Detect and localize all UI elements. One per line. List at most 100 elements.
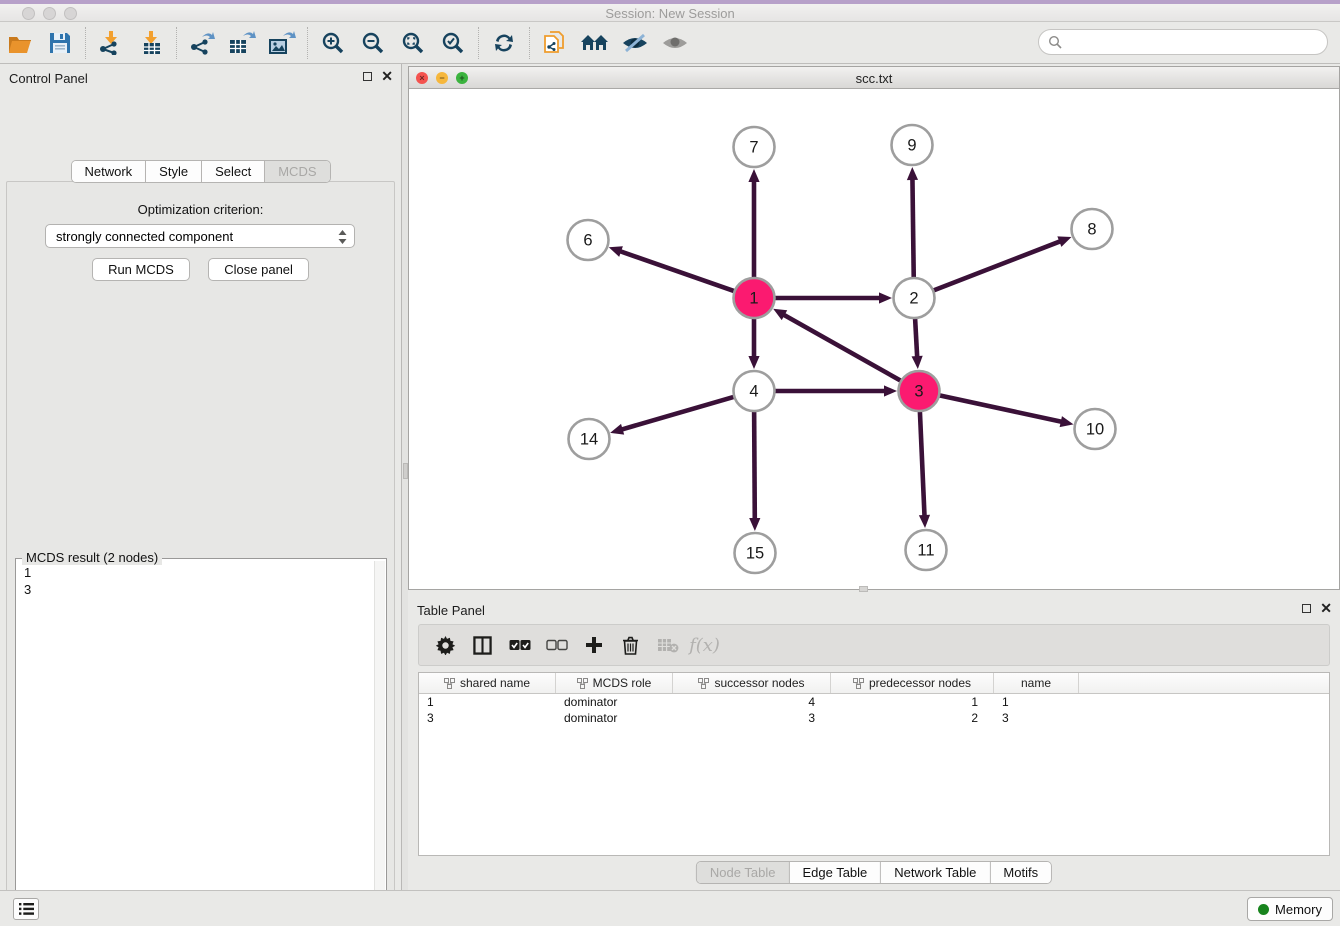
table-row[interactable]: 1 dominator 4 1 1	[419, 694, 1329, 710]
cell-shared-name[interactable]: 3	[419, 710, 556, 726]
horizontal-splitter-grip[interactable]	[859, 586, 868, 592]
criterion-dropdown[interactable]: strongly connected component	[45, 224, 355, 248]
column-header-predecessor-nodes[interactable]: predecessor nodes	[831, 673, 994, 693]
graph-edge-3-1[interactable]	[773, 309, 903, 382]
save-session-button[interactable]	[40, 25, 80, 61]
cell-name[interactable]: 1	[994, 694, 1079, 710]
network-graph-canvas[interactable]: 7 9 6 8 1 2 4 3 14 10 15 11	[409, 89, 1339, 589]
cell-predecessor-nodes[interactable]: 2	[831, 710, 994, 726]
graph-node-9[interactable]: 9	[892, 125, 933, 165]
tab-mcds[interactable]: MCDS	[265, 161, 329, 182]
export-image-button[interactable]	[262, 25, 302, 61]
graph-node-15[interactable]: 15	[735, 533, 776, 573]
cell-predecessor-nodes[interactable]: 1	[831, 694, 994, 710]
task-history-button[interactable]	[13, 898, 39, 920]
zoom-fit-button[interactable]	[393, 25, 433, 61]
cell-mcds-role[interactable]: dominator	[556, 710, 673, 726]
graph-edge-1-2[interactable]	[772, 292, 892, 303]
show-graphics-button[interactable]	[655, 25, 695, 61]
column-header-name[interactable]: name	[994, 673, 1079, 693]
function-builder-button[interactable]: f(x)	[686, 628, 723, 662]
graph-edge-3-11[interactable]	[919, 409, 930, 528]
tab-motifs[interactable]: Motifs	[990, 862, 1051, 883]
gear-icon	[436, 636, 455, 655]
graph-edge-4-14[interactable]	[610, 396, 737, 435]
open-session-button[interactable]	[0, 25, 40, 61]
float-table-panel-icon[interactable]	[1302, 604, 1311, 613]
hide-graphics-button[interactable]	[615, 25, 655, 61]
refresh-view-button[interactable]	[484, 25, 524, 61]
graph-edge-1-4[interactable]	[748, 316, 759, 369]
graph-node-2[interactable]: 2	[894, 278, 935, 318]
table-toolbar: f(x)	[418, 624, 1330, 666]
graph-node-11[interactable]: 11	[906, 530, 947, 570]
import-table-button[interactable]	[131, 25, 171, 61]
tab-select[interactable]: Select	[202, 161, 265, 182]
clone-network-button[interactable]	[535, 25, 575, 61]
home-layout-button[interactable]	[575, 25, 615, 61]
graph-node-7[interactable]: 7	[734, 127, 775, 167]
graph-edge-1-6[interactable]	[609, 246, 737, 292]
select-all-columns-button[interactable]	[501, 628, 538, 662]
table-row[interactable]: 3 dominator 3 2 3	[419, 710, 1329, 726]
mcds-result-list[interactable]: 1 3	[17, 561, 373, 926]
cell-name[interactable]: 3	[994, 710, 1079, 726]
graph-edge-3-10[interactable]	[937, 395, 1074, 427]
export-network-button[interactable]	[182, 25, 222, 61]
graph-edge-4-15[interactable]	[749, 409, 760, 531]
column-header-shared-name[interactable]: shared name	[419, 673, 556, 693]
show-columns-button[interactable]	[464, 628, 501, 662]
tab-network[interactable]: Network	[71, 161, 146, 182]
graph-edge-1-7[interactable]	[748, 169, 759, 280]
export-table-button[interactable]	[222, 25, 262, 61]
import-network-button[interactable]	[91, 25, 131, 61]
graph-node-3[interactable]: 3	[899, 371, 940, 411]
add-column-button[interactable]	[575, 628, 612, 662]
tab-network-table[interactable]: Network Table	[881, 862, 990, 883]
graph-edge-2-8[interactable]	[931, 236, 1072, 291]
graph-node-4[interactable]: 4	[734, 371, 775, 411]
graph-edge-4-3[interactable]	[772, 385, 897, 396]
cell-successor-nodes[interactable]: 4	[673, 694, 831, 710]
network-window-titlebar[interactable]: × − + scc.txt	[409, 67, 1339, 89]
unselect-all-columns-button[interactable]	[538, 628, 575, 662]
run-mcds-button[interactable]: Run MCDS	[92, 258, 190, 281]
svg-text:3: 3	[914, 383, 923, 401]
columns-icon	[473, 636, 492, 655]
criterion-value: strongly connected component	[56, 229, 233, 244]
result-scrollbar[interactable]	[374, 561, 385, 926]
zoom-selected-button[interactable]	[433, 25, 473, 61]
close-panel-button[interactable]: Close panel	[208, 258, 309, 281]
graph-edge-2-9[interactable]	[907, 167, 918, 280]
unchecked-boxes-icon	[546, 639, 568, 652]
graph-node-1[interactable]: 1	[734, 278, 775, 318]
memory-button[interactable]: Memory	[1247, 897, 1333, 921]
svg-text:10: 10	[1086, 421, 1104, 439]
graph-node-6[interactable]: 6	[568, 220, 609, 260]
cell-shared-name[interactable]: 1	[419, 694, 556, 710]
search-field[interactable]	[1038, 29, 1328, 55]
column-header-successor-nodes[interactable]: successor nodes	[673, 673, 831, 693]
close-table-panel-icon[interactable]: ✕	[1320, 602, 1332, 614]
cell-mcds-role[interactable]: dominator	[556, 694, 673, 710]
graph-node-10[interactable]: 10	[1075, 409, 1116, 449]
vertical-splitter[interactable]	[401, 64, 408, 890]
tab-edge-table[interactable]: Edge Table	[789, 862, 881, 883]
table-settings-button[interactable]	[427, 628, 464, 662]
tab-style[interactable]: Style	[146, 161, 202, 182]
toolbar-separator	[176, 27, 177, 59]
search-input[interactable]	[1062, 35, 1327, 50]
tab-node-table[interactable]: Node Table	[697, 862, 790, 883]
zoom-out-button[interactable]	[353, 25, 393, 61]
cell-successor-nodes[interactable]: 3	[673, 710, 831, 726]
graph-node-8[interactable]: 8	[1072, 209, 1113, 249]
graph-edge-2-3[interactable]	[912, 316, 923, 369]
svg-text:7: 7	[749, 139, 758, 157]
float-panel-icon[interactable]	[363, 72, 372, 81]
delete-columns-button[interactable]	[612, 628, 649, 662]
close-panel-icon[interactable]: ✕	[381, 70, 393, 82]
graph-node-14[interactable]: 14	[569, 419, 610, 459]
zoom-in-button[interactable]	[313, 25, 353, 61]
delete-table-button[interactable]	[649, 628, 686, 662]
column-header-mcds-role[interactable]: MCDS role	[556, 673, 673, 693]
